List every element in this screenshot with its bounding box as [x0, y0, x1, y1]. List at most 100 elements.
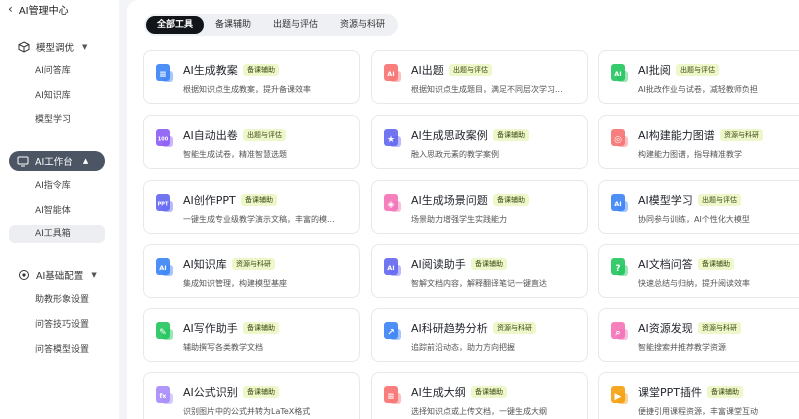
sidebar-item-agents[interactable]: AI智能体	[35, 204, 71, 218]
sidebar-item-qa-skills[interactable]: 问答技巧设置	[35, 318, 89, 332]
tool-category-badge: 备课辅助	[243, 386, 279, 398]
tool-category-badge: 出题与评估	[449, 64, 492, 76]
sidebar-group-label: 模型调优	[36, 43, 75, 54]
svg-text:AI: AI	[387, 264, 394, 272]
tool-card[interactable]: AI AI模型学习 出题与评估 协同参与训练，AI个性化大模型	[598, 180, 799, 234]
tool-name: AI资源发现	[638, 322, 693, 335]
ability-map-icon: ◎	[609, 128, 629, 148]
svg-text:★: ★	[387, 135, 395, 145]
sidebar-item-qa-library[interactable]: AI问答库	[35, 64, 71, 78]
tab-assessment[interactable]: 出题与评估	[262, 16, 329, 34]
tool-card[interactable]: AI AI知识库 资源与科研 集成知识管理，构建模型基座	[143, 244, 360, 298]
tool-name: AI模型学习	[638, 194, 693, 207]
tool-card[interactable]: ⌕ AI资源发现 资源与科研智能搜索并推荐教学资源	[598, 308, 799, 362]
sidebar-group-label: AI基础配置	[36, 271, 84, 282]
cube-icon	[18, 41, 30, 53]
ppt-icon: PPT	[154, 193, 174, 213]
svg-text:100: 100	[158, 137, 169, 143]
exam-paper-icon: 100	[154, 128, 174, 148]
tool-name: AI创作PPT	[183, 194, 236, 207]
tool-category-badge: 资源与科研	[720, 129, 763, 141]
tool-name: AI生成思政案例	[411, 129, 488, 142]
tool-category-badge: 资源与科研	[493, 322, 536, 334]
tool-name: AI出题	[411, 64, 444, 77]
tab-all-tools[interactable]: 全部工具	[146, 16, 205, 34]
layers-icon: ◈	[382, 193, 402, 213]
tool-category-badge: 备课辅助	[243, 64, 279, 76]
caret-down-icon: ▼	[82, 43, 88, 51]
tool-description: 快速总结与归纳，提升阅读效率	[638, 279, 750, 288]
svg-text:◎: ◎	[614, 135, 622, 145]
tool-card[interactable]: ★ AI生成思政案例 备课辅助 融入思政元素的教学案例	[371, 115, 588, 169]
tool-description: 场景助力增强学生实践能力	[411, 215, 507, 224]
tool-name: AI写作助手	[183, 322, 238, 335]
tool-description: 选择知识点或上传文档，一键生成大纲	[411, 407, 547, 416]
svg-text:?: ?	[615, 264, 620, 274]
sidebar-group-workbench[interactable]: AI工作台 ▲	[9, 151, 105, 171]
tool-description: 智解文档内容，解释翻译笔记一键直达	[411, 279, 547, 288]
svg-text:AI: AI	[159, 264, 166, 272]
tool-card[interactable]: 100 AI自动出卷 出题与评估 智能生成试卷，精准智慧选题	[143, 115, 360, 169]
sidebar-item-avatar-settings[interactable]: 助教形象设置	[35, 293, 89, 307]
tool-card[interactable]: ▶ 课堂PPT插件 备课辅助 便捷引用课程资源，丰富课堂互动	[598, 372, 799, 419]
svg-text:◈: ◈	[388, 200, 395, 210]
tool-description: 智能搜索并推荐教学资源	[638, 343, 726, 352]
sidebar-item-instruction-library[interactable]: AI指令库	[35, 179, 71, 193]
tool-description: 协同参与训练，AI个性化大模型	[638, 215, 750, 224]
tab-lesson-prep[interactable]: 备课辅助	[204, 16, 262, 34]
tool-card[interactable]: PPT AI创作PPT 备课辅助 一键生成专业级教学演示文稿，丰富的模...	[143, 180, 360, 234]
trend-icon: ↗	[382, 321, 402, 341]
formula-icon: fx	[154, 385, 174, 405]
tool-description: 融入思政元素的教学案例	[411, 150, 499, 159]
tool-card[interactable]: ≡ AI生成大纲 备课辅助 选择知识点或上传文档，一键生成大纲	[371, 372, 588, 419]
sidebar: ‹ AI管理中心 模型调优 ▼ AI问答库 AI知识库 模型学习 AI工作台 ▲…	[0, 0, 119, 419]
tool-category-badge: 备课辅助	[241, 194, 277, 206]
tool-description: 追踪前沿动态，助力方向把握	[411, 343, 515, 352]
sidebar-group-label: AI工作台	[35, 157, 73, 168]
tool-category-badge: 出题与评估	[243, 129, 286, 141]
tool-name: AI公式识别	[183, 386, 238, 399]
tool-card[interactable]: ◈ AI生成场景问题 备课辅助 场景助力增强学生实践能力	[371, 180, 588, 234]
tool-card[interactable]: AI AI阅读助手 备课辅助智解文档内容，解释翻译笔记一键直达	[371, 244, 588, 298]
tool-card[interactable]: ◎ AI构建能力图谱 资源与科研构建能力图谱，指导精准教学	[598, 115, 799, 169]
svg-text:▶: ▶	[615, 392, 622, 402]
tool-name: AI构建能力图谱	[638, 129, 715, 142]
sidebar-item-toolbox[interactable]: AI工具箱	[35, 227, 71, 241]
chevron-left-icon[interactable]: ‹	[8, 3, 13, 15]
settings-icon	[18, 269, 30, 281]
tool-card[interactable]: ≡ AI生成教案 备课辅助 根据知识点生成教案，提升备课效率	[143, 50, 360, 104]
filter-tabs: 全部工具 备课辅助 出题与评估 资源与科研	[144, 14, 399, 36]
tool-name: AI阅读助手	[411, 258, 466, 271]
tool-card[interactable]: ? AI文档问答 备课辅助 快速总结与归纳，提升阅读效率	[598, 244, 799, 298]
svg-text:≡: ≡	[159, 70, 167, 80]
grading-icon: AI	[609, 63, 629, 83]
tool-description: 构建能力图谱，指导精准教学	[638, 150, 742, 159]
tool-description: 集成知识管理，构建模型基座	[183, 279, 287, 288]
tool-category-badge: 资源与科研	[698, 322, 741, 334]
ppt-plugin-icon: ▶	[609, 385, 629, 405]
sidebar-item-qa-model[interactable]: 问答模型设置	[35, 343, 89, 357]
question-icon: AI	[382, 63, 402, 83]
tool-card[interactable]: AI AI批阅 出题与评估 AI批改作业与试卷，减轻教师负担	[598, 50, 799, 104]
tool-card[interactable]: AI AI出题 出题与评估 根据知识点生成题目，满足不同层次学习...	[371, 50, 588, 104]
app-title: AI管理中心	[18, 5, 69, 17]
sidebar-item-model-learning[interactable]: 模型学习	[35, 113, 71, 127]
sidebar-group-basic-config[interactable]: AI基础配置 ▼	[18, 267, 97, 283]
tab-resources[interactable]: 资源与科研	[329, 16, 396, 34]
main-panel: 全部工具 备课辅助 出题与评估 资源与科研 ≡ AI生成教案 备课辅助 根据知识点生成…	[127, 0, 799, 419]
outline-icon: ≡	[382, 385, 402, 405]
tool-card[interactable]: ✎ AI写作助手 备课辅助 辅助撰写各类教学文档	[143, 308, 360, 362]
sidebar-item-knowledge-base[interactable]: AI知识库	[35, 89, 71, 103]
svg-text:↗: ↗	[387, 328, 395, 338]
tool-description: 识别图片中的公式并转为LaTeX格式	[183, 407, 311, 416]
tool-card[interactable]: ↗ AI科研趋势分析 资源与科研 追踪前沿动态，助力方向把握	[371, 308, 588, 362]
doc-qa-icon: ?	[609, 257, 629, 277]
svg-text:fx: fx	[159, 392, 167, 400]
tool-category-badge: 出题与评估	[698, 194, 741, 206]
sidebar-group-model-tuning[interactable]: 模型调优 ▼	[18, 39, 87, 55]
tool-name: AI文档问答	[638, 258, 693, 271]
tool-card[interactable]: fx AI公式识别 备课辅助识别图片中的公式并转为LaTeX格式	[143, 372, 360, 419]
reader-icon: AI	[382, 257, 402, 277]
resource-search-icon: ⌕	[609, 321, 629, 341]
tool-category-badge: 备课辅助	[471, 258, 507, 270]
